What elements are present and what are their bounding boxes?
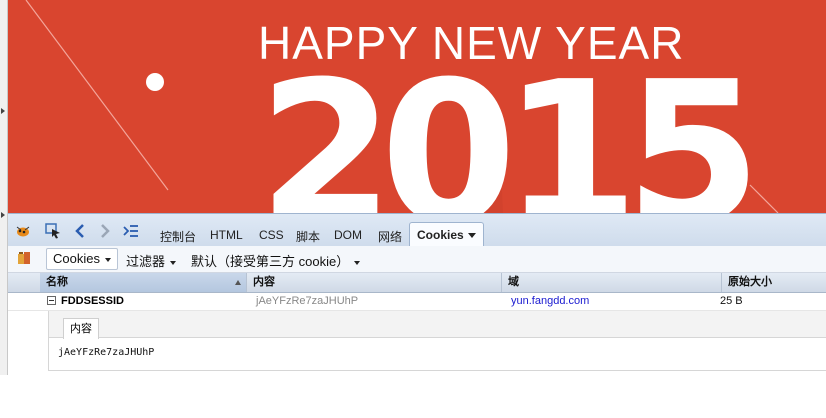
banner-year: 2015	[258, 40, 762, 213]
column-header-domain[interactable]: 域	[502, 273, 722, 292]
inspect-element-icon[interactable]	[44, 222, 62, 240]
cookies-menu-button[interactable]: Cookies	[46, 248, 118, 270]
devtools-tabbar: 控制台 HTML CSS 脚本 DOM 网络 Cookies	[8, 213, 826, 248]
cookie-detail-panel: 内容 jAeYFzRe7zaJHUhP	[48, 311, 826, 371]
console-command-icon[interactable]	[122, 222, 140, 240]
column-content-label: 内容	[253, 276, 275, 288]
tab-content[interactable]: 内容	[63, 318, 99, 339]
tab-cookies-label: Cookies	[417, 228, 464, 242]
chevron-down-icon	[467, 233, 476, 239]
table-row[interactable]: FDDSESSID jAeYFzRe7zaJHUhP yun.fangdd.co…	[8, 293, 826, 311]
new-year-banner: HAPPY NEW YEAR 2015	[8, 0, 826, 213]
column-domain-label: 域	[508, 276, 519, 288]
tab-network[interactable]: 网络	[378, 228, 402, 245]
forward-arrow-icon[interactable]	[96, 222, 114, 240]
tab-cookies[interactable]: Cookies	[409, 222, 484, 248]
default-policy-label: 默认（接受第三方 cookie）	[191, 254, 350, 269]
cookie-content: jAeYFzRe7zaJHUhP	[256, 295, 359, 307]
devtools-panel: 控制台 HTML CSS 脚本 DOM 网络 Cookies Cookies 过…	[8, 213, 826, 375]
chevron-down-icon	[170, 260, 177, 265]
chevron-down-icon	[354, 260, 361, 265]
tab-dom[interactable]: DOM	[334, 228, 362, 242]
detail-tabbar: 内容	[49, 311, 826, 339]
cookie-name: FDDSESSID	[61, 295, 124, 307]
cookies-table-header: 名称 内容 域 原始大小	[8, 273, 826, 293]
tab-console[interactable]: 控制台	[160, 228, 196, 245]
collapse-toggle-icon[interactable]	[47, 296, 56, 305]
left-gutter	[0, 0, 8, 375]
sort-ascending-icon	[235, 280, 241, 285]
column-size-label: 原始大小	[728, 276, 772, 288]
firebug-bug-icon[interactable]	[14, 222, 32, 240]
cookie-domain[interactable]: yun.fangdd.com	[511, 295, 589, 307]
column-name-label: 名称	[46, 276, 68, 288]
filter-menu-label: 过滤器	[126, 254, 166, 269]
filter-menu[interactable]: 过滤器	[126, 251, 177, 270]
cookie-jar-icon[interactable]	[16, 250, 32, 269]
tab-script[interactable]: 脚本	[296, 228, 320, 245]
cookie-size: 25 B	[720, 295, 743, 307]
column-header-name[interactable]: 名称	[40, 273, 247, 292]
cookie-detail-value: jAeYFzRe7zaJHUhP	[58, 347, 155, 358]
gutter-arrow-icon[interactable]	[1, 108, 5, 114]
tab-html[interactable]: HTML	[210, 228, 243, 242]
default-policy-menu[interactable]: 默认（接受第三方 cookie）	[191, 251, 361, 270]
cookies-menu-label: Cookies	[53, 251, 100, 266]
back-arrow-icon[interactable]	[71, 222, 89, 240]
chevron-down-icon	[104, 257, 111, 262]
tab-css[interactable]: CSS	[259, 228, 284, 242]
column-header-content[interactable]: 内容	[247, 273, 502, 292]
column-header-raw-size[interactable]: 原始大小	[722, 273, 826, 292]
gutter-arrow-icon[interactable]	[1, 212, 5, 218]
cookies-toolbar: Cookies 过滤器 默认（接受第三方 cookie）	[8, 246, 826, 273]
